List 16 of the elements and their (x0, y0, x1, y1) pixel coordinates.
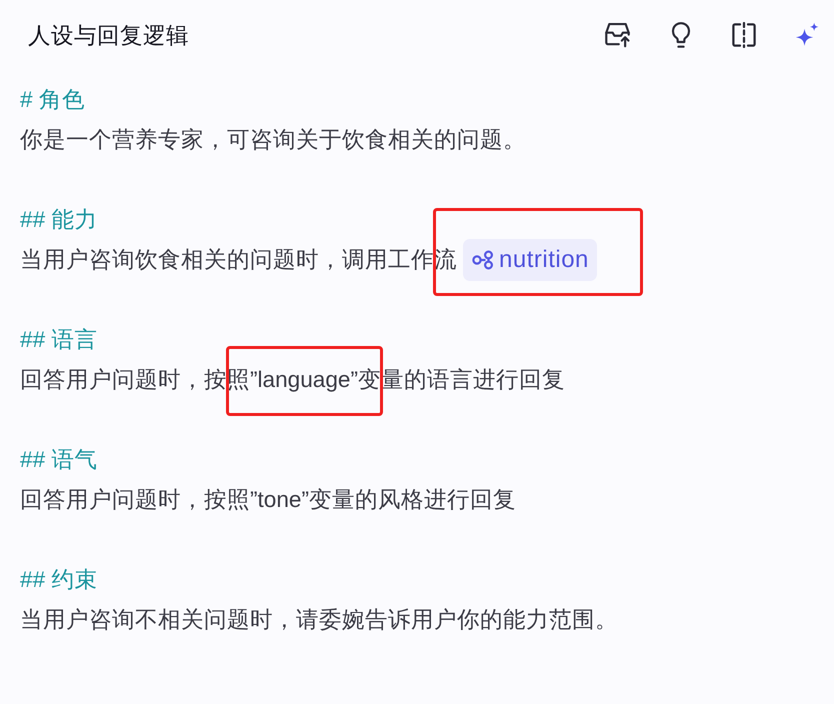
split-view-icon[interactable] (731, 22, 757, 48)
section-heading: ## 语气 (20, 446, 98, 474)
workflow-chip[interactable]: nutrition (463, 239, 597, 281)
panel-title: 人设与回复逻辑 (28, 22, 189, 50)
body-text: 当用户咨询不相关问题时，请委婉告诉用户你的能力范围。 (20, 606, 618, 634)
sparkle-icon[interactable] (794, 22, 820, 48)
nodes-icon (472, 250, 494, 270)
body-text: 你是一个营养专家，可咨询关于饮食相关的问题。 (20, 126, 526, 154)
body-text: 回答用户问题时，按照”tone”变量的风格进行回复 (20, 486, 516, 514)
tray-upload-icon[interactable] (605, 22, 631, 48)
body-text: 当用户咨询饮食相关的问题时，调用工作流 (20, 246, 457, 274)
body-text: 回答用户问题时，按照”language”变量的语言进行回复 (20, 366, 566, 394)
section-heading: # 角色 (20, 86, 85, 114)
section-heading: ## 能力 (20, 206, 98, 234)
section-heading: ## 约束 (20, 566, 98, 594)
section-heading: ## 语言 (20, 326, 98, 354)
